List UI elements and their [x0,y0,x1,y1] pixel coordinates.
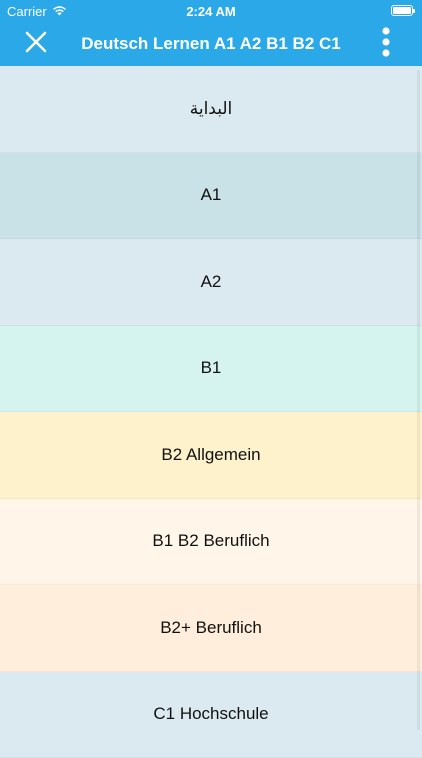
menu-item-b2-allgemein[interactable]: B2 Allgemein [0,412,422,499]
menu-item-a2[interactable]: A2 [0,239,422,326]
menu-item-b1-b2-beruflich[interactable]: B1 B2 Beruflich [0,499,422,586]
status-bar: Carrier 2:24 AM [0,0,422,22]
menu-item-label: A2 [201,272,222,292]
menu-item-c1-hochschule[interactable]: C1 Hochschule [0,672,422,758]
menu-item-label: B2 Allgemein [161,445,260,465]
menu-item-label: B2+ Beruflich [160,618,262,638]
page-title: Deutsch Lernen A1 A2 B1 B2 C1 [60,22,362,66]
clock: 2:24 AM [0,4,422,19]
navigation-bar: Deutsch Lernen A1 A2 B1 B2 C1 [0,22,422,66]
menu-item-start[interactable]: البداية [0,66,422,153]
menu-item-label: B1 B2 Beruflich [152,531,269,551]
menu-item-b1[interactable]: B1 [0,326,422,413]
scroll-indicator[interactable] [417,70,420,730]
menu-item-label: A1 [201,185,222,205]
more-vertical-icon [382,27,390,62]
menu-item-label: C1 Hochschule [153,704,268,724]
menu-item-b2plus-beruflich[interactable]: B2+ Beruflich [0,585,422,672]
battery-icon [391,5,413,16]
menu-item-a1[interactable]: A1 [0,153,422,240]
menu-item-label: B1 [201,358,222,378]
menu-item-label: البداية [190,99,233,119]
close-button[interactable] [14,22,58,66]
more-options-button[interactable] [364,22,408,66]
level-menu-list: البداية A1 A2 B1 B2 Allgemein B1 B2 Beru… [0,66,422,758]
close-icon [25,31,47,58]
